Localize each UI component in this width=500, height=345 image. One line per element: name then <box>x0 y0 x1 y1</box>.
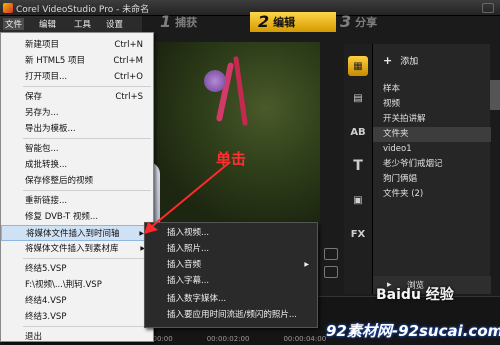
window-title: Corel VideoStudio Pro - 未命名 <box>16 5 150 15</box>
menu-item-label: 修复 DVB-T 视频... <box>25 212 99 222</box>
menu-item-shortcut: Ctrl+N <box>114 40 143 50</box>
submenu-item-label: 插入数字媒体... <box>167 294 227 304</box>
submenu-item[interactable]: 插入要应用时间流逝/频闪的照片... <box>145 307 317 323</box>
file-menu-item[interactable]: 终结3.VSP <box>1 309 153 325</box>
submenu-item[interactable]: 插入照片... <box>145 241 317 257</box>
file-menu-item[interactable]: 导出为模板... <box>1 121 153 137</box>
library-folder-item[interactable]: 文件夹 <box>373 127 491 142</box>
media-thumbnail[interactable] <box>490 80 500 110</box>
menu-item-label: 重新链接... <box>25 196 68 206</box>
file-menu-item[interactable]: 另存为... <box>1 105 153 121</box>
step-tab-share[interactable]: 3 分享 <box>340 12 377 32</box>
library-folder-item[interactable]: 狗门俩娼 <box>373 172 491 187</box>
menu-item-label: 保存修整后的视频 <box>25 176 94 186</box>
menu-item-shortcut: Ctrl+S <box>115 92 143 102</box>
menu-bar: 文件 编辑 工具 设置 <box>0 16 142 32</box>
file-menu-item[interactable]: 新建项目 Ctrl+N <box>1 37 153 53</box>
menu-separator <box>23 138 151 139</box>
step-tab-edit[interactable]: 2 编辑 <box>250 12 336 32</box>
menu-item-label: 终结5.VSP <box>25 264 67 274</box>
submenu-item-label: 插入音频 <box>167 260 202 270</box>
menu-item-shortcut: Ctrl+O <box>114 72 143 82</box>
submenu-item[interactable]: 插入字幕... <box>145 273 317 289</box>
menu-tools[interactable]: 工具 <box>72 18 93 30</box>
menu-settings[interactable]: 设置 <box>104 18 125 30</box>
menu-separator <box>23 326 151 327</box>
flower-decoration <box>204 70 226 92</box>
site-watermark: 92素材网-92sucai.com <box>326 322 500 340</box>
step-number: 2 <box>258 12 270 31</box>
step-tab-capture[interactable]: 1 捕获 <box>160 12 197 32</box>
instant-project-icon[interactable]: ▤ <box>348 88 368 108</box>
menu-item-label: F:\视频\...\荆轲.VSP <box>25 280 102 290</box>
menu-item-label: 新建项目 <box>25 40 60 50</box>
step-number: 3 <box>340 12 352 31</box>
filter-icon[interactable]: FX <box>348 224 368 244</box>
file-menu-item[interactable]: F:\视频\...\荆轲.VSP <box>1 277 153 293</box>
minimize-button[interactable] <box>482 3 494 13</box>
menu-item-label: 退出 <box>25 332 43 342</box>
library-folder-item[interactable]: 开关拍讲解 <box>373 112 491 127</box>
timeline-tick-label: 00:00:02:00 <box>206 335 250 343</box>
menu-separator <box>23 86 151 87</box>
file-menu-item[interactable]: 终结4.VSP <box>1 293 153 309</box>
menu-edit[interactable]: 编辑 <box>37 18 58 30</box>
step-label: 捕获 <box>175 16 198 29</box>
submenu-item-label: 插入照片... <box>167 244 210 254</box>
menu-item-label: 将媒体文件插入到素材库 <box>25 244 119 254</box>
library-folder-list: 样本 视频 开关拍讲解 文件夹 video1 老少爷们戒烟记 狗门俩娼 文件夹 (2) <box>373 82 491 202</box>
add-folder-button[interactable]: + 添加 <box>383 54 418 67</box>
library-category-rail: ▦ ▤ AB T ▣ FX <box>344 44 372 294</box>
graphic-icon[interactable]: ▣ <box>348 190 368 210</box>
plus-icon: + <box>383 54 393 67</box>
file-menu-item[interactable]: 保存 Ctrl+S <box>1 89 153 105</box>
media-library-icon[interactable]: ▦ <box>348 56 368 76</box>
file-menu-item[interactable]: 新 HTML5 项目 Ctrl+M <box>1 53 153 69</box>
file-menu-item[interactable]: 将媒体文件插入到素材库 ▶ <box>1 241 153 257</box>
library-folder-item[interactable]: 老少爷们戒烟记 <box>373 157 491 172</box>
menu-file[interactable]: 文件 <box>3 18 25 30</box>
menu-item-label: 成批转换... <box>25 160 68 170</box>
submenu-item[interactable]: 插入数字媒体... <box>145 291 317 307</box>
menu-item-label: 导出为模板... <box>25 124 76 134</box>
file-menu-item[interactable]: 退出 <box>1 329 153 345</box>
annotation-arrow-icon <box>144 161 231 234</box>
menu-item-label: 打开项目... <box>25 72 68 82</box>
menu-item-label: 终结4.VSP <box>25 296 67 306</box>
menu-item-label: 终结3.VSP <box>25 312 67 322</box>
library-folder-item[interactable]: video1 <box>373 142 491 157</box>
library-folder-item[interactable]: 视频 <box>373 97 491 112</box>
menu-item-label: 保存 <box>25 92 43 102</box>
title-icon[interactable]: T <box>348 156 368 176</box>
app-logo-icon <box>3 3 13 13</box>
library-folder-item[interactable]: 文件夹 (2) <box>373 187 491 202</box>
playback-controls <box>320 248 342 288</box>
step-label: 编辑 <box>273 16 296 29</box>
submenu-arrow-icon: ▶ <box>304 261 309 268</box>
file-menu-item[interactable]: 打开项目... Ctrl+O <box>1 69 153 85</box>
timeline-tick-label: 00:00:04:00 <box>283 335 327 343</box>
step-number: 1 <box>160 12 172 31</box>
library-folder-item[interactable]: 样本 <box>373 82 491 97</box>
menu-item-label: 智能包... <box>25 144 59 154</box>
submenu-item[interactable]: 插入音频 ▶ <box>145 257 317 273</box>
submenu-item-label: 插入要应用时间流逝/频闪的照片... <box>167 310 297 320</box>
menu-separator <box>23 258 151 259</box>
fullscreen-button[interactable] <box>324 248 338 260</box>
step-label: 分享 <box>355 16 378 29</box>
menu-item-label: 新 HTML5 项目 <box>25 56 85 66</box>
menu-item-shortcut: Ctrl+M <box>113 56 143 66</box>
transition-icon[interactable]: AB <box>348 122 368 142</box>
submenu-item-label: 插入字幕... <box>167 276 210 286</box>
volume-button[interactable] <box>324 266 338 278</box>
file-menu-item[interactable]: 终结5.VSP <box>1 261 153 277</box>
menu-item-label: 将媒体文件插入到时间轴 <box>26 229 120 239</box>
menu-item-label: 另存为... <box>25 108 59 118</box>
ribbon-decoration <box>233 55 248 127</box>
library-panel: + 添加 样本 视频 开关拍讲解 文件夹 video1 老少爷们戒烟记 狗门俩娼 文件夹 (2)… <box>372 44 491 294</box>
baidu-watermark: Baidu 经验 <box>376 287 454 303</box>
add-label: 添加 <box>400 57 419 67</box>
